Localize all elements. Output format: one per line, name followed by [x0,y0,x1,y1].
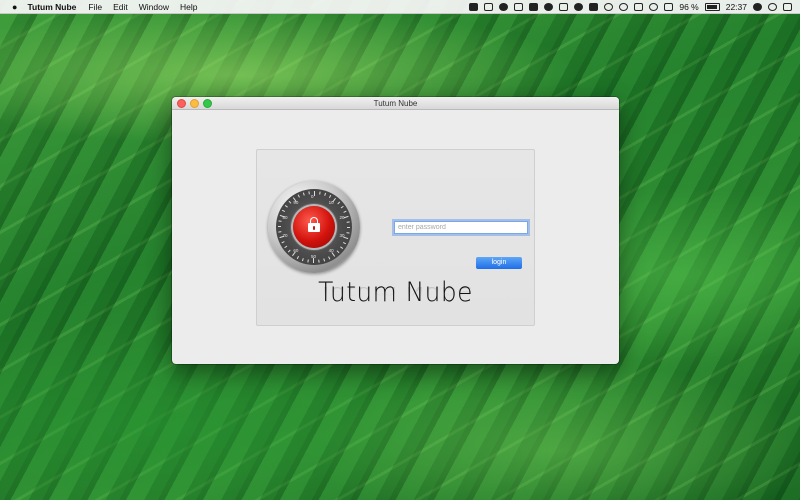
dial-number: 70 [282,233,288,239]
dial-tick [296,255,300,260]
menu-window[interactable]: Window [139,2,169,12]
dial-tick [278,226,281,227]
dial-center [293,206,335,248]
dial-tick [328,256,331,260]
dial-tick [287,249,291,253]
dial-tick [308,191,310,195]
safe-dial-icon: 0 10 20 30 40 50 60 70 80 90 [268,181,360,273]
menu-bar: ● Tutum Nube File Edit Window Help 96 % … [0,0,800,14]
dial-tick [307,259,309,263]
drive-icon[interactable] [484,2,494,11]
dial-tick [288,200,292,204]
evernote-icon[interactable] [499,2,509,11]
dial-tick [314,191,315,196]
dial-tick [324,192,327,196]
menu-help[interactable]: Help [180,2,197,12]
search-icon[interactable] [768,2,777,11]
dial-number: 90 [293,199,299,205]
dial-tick [281,209,286,213]
login-button[interactable]: login [476,257,522,269]
status-area: 96 % 22:37 [469,2,792,12]
dial-tick [284,245,288,249]
bluetooth-icon[interactable] [634,2,644,11]
password-field[interactable] [394,221,528,234]
dial-tick [318,259,320,263]
dial-number: 40 [328,248,334,254]
menu-edit[interactable]: Edit [113,2,128,12]
app-window: Tutum Nube 0 10 20 30 40 50 60 70 80 90 login Tut… [172,97,619,364]
user-icon[interactable] [753,2,762,11]
window-controls [177,99,212,108]
dial-tick [342,241,347,245]
zoom-button[interactable] [203,99,212,108]
dial-tick [347,227,350,228]
dial-number: 0 [311,194,314,199]
dial-tick [328,194,332,199]
dial-number: 60 [293,248,299,254]
battery-percent[interactable]: 96 % [679,2,698,12]
dial-tick [319,191,321,195]
close-button[interactable] [177,99,186,108]
sync-icon[interactable] [604,2,614,11]
dial-tick [337,201,341,205]
dial-tick [323,258,326,262]
lock-icon [308,217,320,233]
list-icon[interactable] [783,2,792,11]
dial-tick [302,192,305,196]
dial-tick [297,194,300,198]
menu-app-name[interactable]: Tutum Nube [27,2,76,12]
dial-tick [301,258,304,262]
clock[interactable]: 22:37 [726,2,747,12]
apple-icon[interactable]: ● [12,2,17,12]
login-panel: 0 10 20 30 40 50 60 70 80 90 login Tutum Nube Tut… [256,149,535,326]
app-logo-reflection: Tutum Nube [318,282,473,302]
dial-tick [284,205,288,208]
clock-icon[interactable] [619,2,629,11]
dial-tick [278,220,282,222]
settings-icon[interactable] [574,2,584,11]
menu-file[interactable]: File [88,2,102,12]
title-bar[interactable]: Tutum Nube [172,97,619,110]
dial-number: 80 [282,214,288,220]
chrome-icon[interactable] [544,2,554,11]
dial-tick [281,241,285,244]
wifi-icon[interactable] [649,2,659,11]
dial-face: 0 10 20 30 40 50 60 70 80 90 [276,189,352,265]
dial-number: 50 [311,254,317,259]
dropbox-icon[interactable] [514,2,524,11]
b-icon[interactable] [559,2,569,11]
keyboard-icon[interactable] [589,2,599,11]
dial-tick [278,231,282,233]
battery-icon[interactable] [704,2,720,11]
volume-icon[interactable] [664,2,674,11]
dial-tick [340,246,344,249]
window-title: Tutum Nube [373,98,418,108]
screen-icon[interactable] [529,2,539,11]
dial-tick [346,232,350,234]
camera-icon[interactable] [469,2,479,11]
dial-tick [336,250,340,254]
dial-tick [340,205,344,209]
dial-number: 20 [339,214,345,220]
dial-number: 10 [328,199,334,205]
minimize-button[interactable] [190,99,199,108]
dial-tick [343,210,347,213]
dial-number: 30 [339,233,345,239]
dial-tick [346,221,350,223]
